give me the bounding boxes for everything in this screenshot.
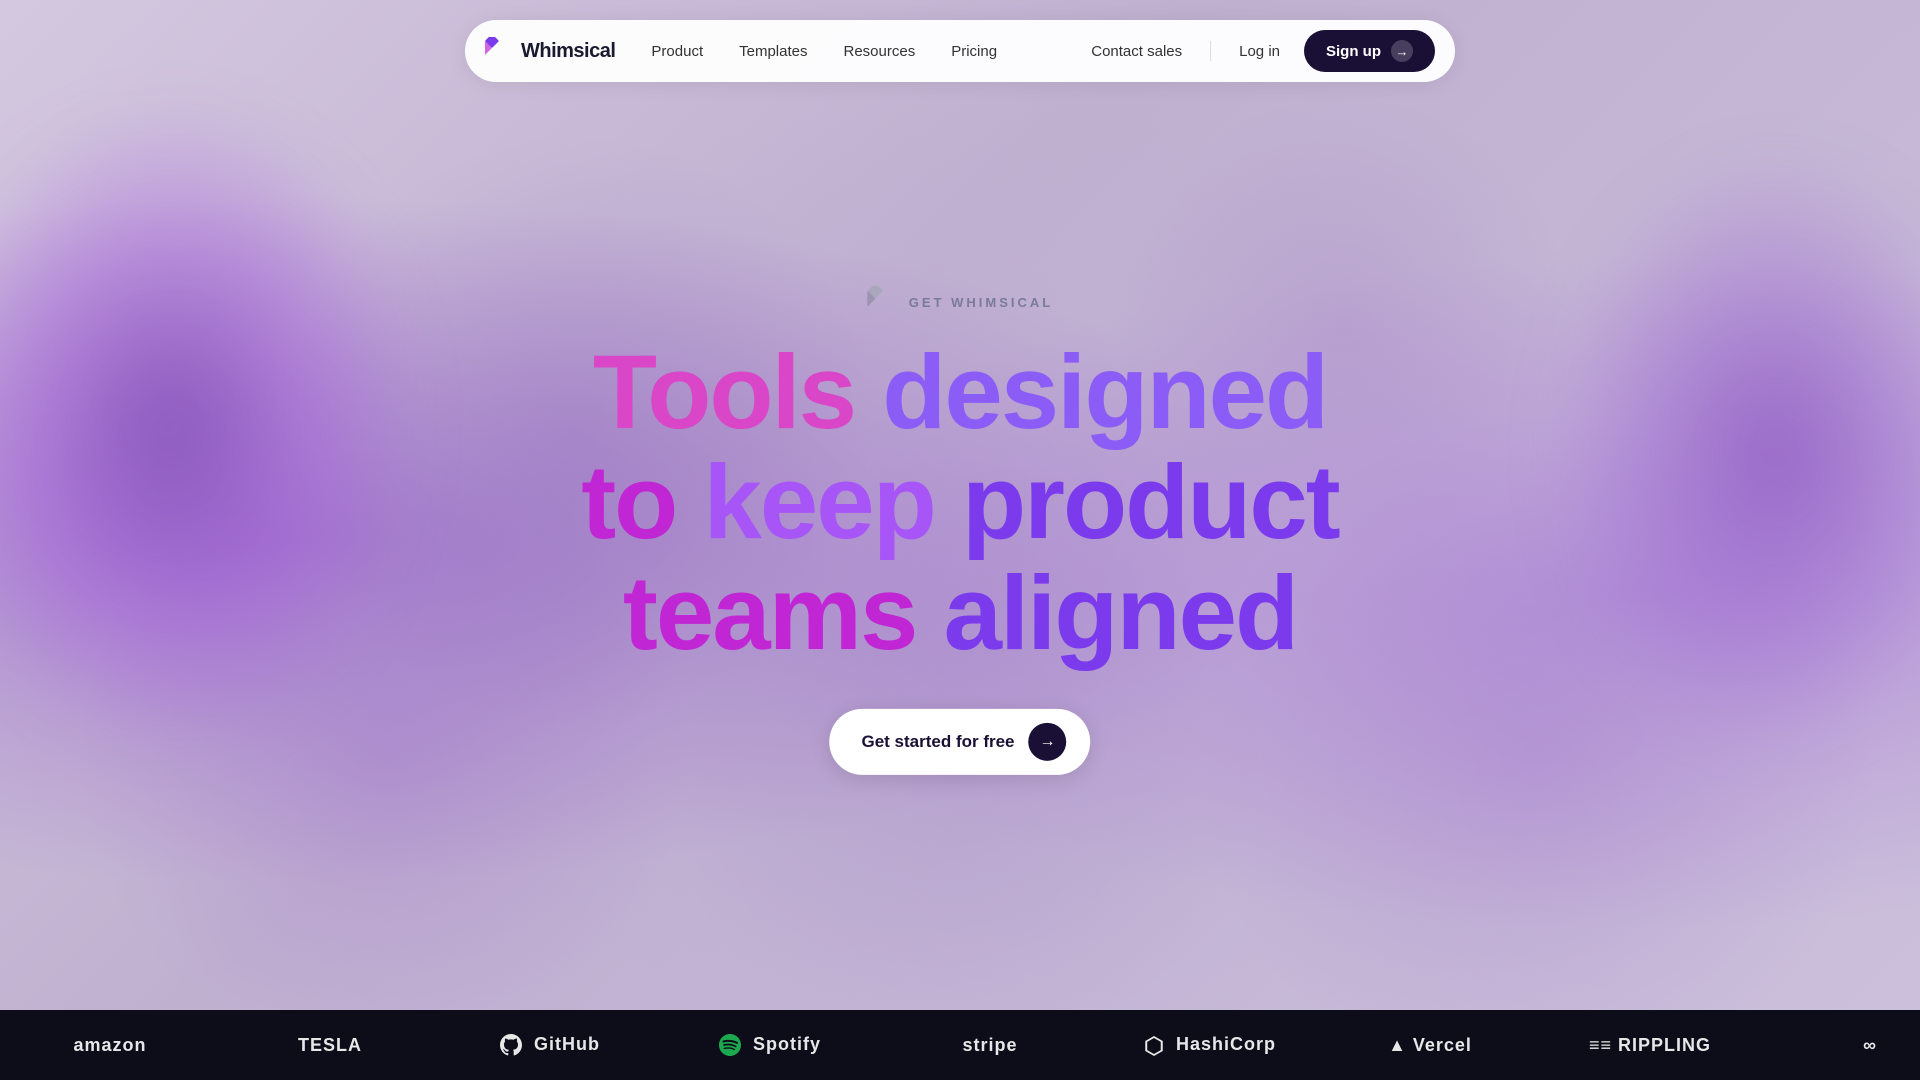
cta-arrow-icon: → <box>1029 723 1067 761</box>
word-keep: keep <box>704 444 963 561</box>
word-tools: Tools <box>593 334 882 451</box>
navbar: Whimsical Product Templates Resources Pr… <box>465 20 1455 82</box>
word-teams: teams <box>623 554 944 671</box>
word-designed: designed <box>882 334 1327 451</box>
hero-content: GET WHIMSICAL Tools designed to keep pro… <box>581 286 1339 775</box>
contact-sales-link[interactable]: Contact sales <box>1075 35 1198 68</box>
nav-resources[interactable]: Resources <box>828 35 932 68</box>
log-in-link[interactable]: Log in <box>1223 35 1296 68</box>
nav-divider <box>1210 41 1211 61</box>
nav-product[interactable]: Product <box>635 35 719 68</box>
headline-line1: Tools designed <box>581 338 1339 448</box>
eyebrow-icon <box>867 286 899 318</box>
word-product: product <box>962 444 1339 561</box>
word-to: to <box>581 444 703 561</box>
nav-right: Contact sales Log in Sign up → <box>1075 30 1435 72</box>
headline-line2: to keep product <box>581 448 1339 558</box>
eyebrow-text: GET WHIMSICAL <box>909 294 1053 309</box>
logo-tesla: TESLA <box>220 1035 440 1056</box>
cta-container: Get started for free → <box>581 709 1339 775</box>
word-aligned: aligned <box>944 554 1298 671</box>
logos-track: amazon TESLA GitHub Spotify stripe <box>0 1034 1920 1056</box>
logo-link[interactable]: Whimsical <box>485 37 615 65</box>
logo-github: GitHub <box>440 1034 660 1056</box>
sign-up-arrow-icon: → <box>1391 40 1413 62</box>
logo-hashicorp: HashiCorp <box>1100 1034 1320 1055</box>
logo-vercel: ▲ Vercel <box>1320 1035 1540 1056</box>
nav-links: Product Templates Resources Pricing <box>635 35 1075 68</box>
logo-amazon1: amazon <box>0 1035 220 1056</box>
logo-spotify: Spotify <box>660 1034 880 1056</box>
logo-rippling: ≡≡ RIPPLING <box>1540 1035 1760 1056</box>
logos-bar: amazon TESLA GitHub Spotify stripe <box>0 1010 1920 1080</box>
sign-up-label: Sign up <box>1326 43 1381 60</box>
hero-headline: Tools designed to keep product teams ali… <box>581 338 1339 669</box>
logo-stripe: stripe <box>880 1035 1100 1056</box>
eyebrow: GET WHIMSICAL <box>581 286 1339 318</box>
cta-button[interactable]: Get started for free → <box>829 709 1090 775</box>
cta-label: Get started for free <box>861 732 1014 752</box>
headline-line3: teams aligned <box>581 558 1339 668</box>
logo-text: Whimsical <box>521 40 615 63</box>
whimsical-logo-icon <box>485 37 513 65</box>
sign-up-button[interactable]: Sign up → <box>1304 30 1435 72</box>
logo-meta: ∞ <box>1760 1035 1920 1056</box>
nav-templates[interactable]: Templates <box>723 35 823 68</box>
nav-pricing[interactable]: Pricing <box>935 35 1013 68</box>
